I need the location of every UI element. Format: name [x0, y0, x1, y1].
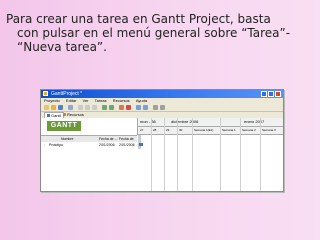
week-label: mon - 36: [140, 119, 156, 124]
save-icon[interactable]: [58, 105, 63, 110]
today-marker: [138, 135, 141, 149]
close-icon[interactable]: [275, 91, 281, 97]
open-folder-icon[interactable]: [51, 105, 56, 110]
gantt-tab-icon: [47, 114, 50, 118]
timeline-header-months: mon - 36 diciembre 2006 enero 2007: [138, 118, 283, 127]
zoom-in-icon[interactable]: [153, 105, 158, 110]
day-label: 30: [179, 128, 183, 132]
menu-ayuda[interactable]: Ayuda: [136, 98, 147, 103]
copy-icon[interactable]: [85, 105, 90, 110]
day-label: 28: [153, 128, 157, 132]
new-project-icon[interactable]: [44, 105, 49, 110]
table-row[interactable]: ◦ Prototipo 2/01/2006 2/01/2006: [41, 142, 137, 148]
toolbar: [41, 104, 283, 112]
task-name[interactable]: Prototipo: [49, 142, 63, 148]
window-titlebar: GanttProject *: [41, 90, 283, 98]
undo-icon[interactable]: [102, 105, 107, 110]
grid-line: [260, 118, 261, 191]
day-label: 29: [166, 128, 170, 132]
grid-line: [220, 118, 221, 191]
ganttproject-logo: GANTT: [47, 121, 81, 131]
month-december: diciembre 2006: [171, 119, 199, 124]
cut-icon[interactable]: [78, 105, 83, 110]
menu-tareas[interactable]: Tareas: [95, 98, 107, 103]
grid-line: [240, 118, 241, 191]
week-label: Semana 1(E1): [194, 128, 214, 132]
week-label: Semana 2: [242, 128, 256, 132]
redo-icon[interactable]: [109, 105, 114, 110]
slide-caption: Para crear una tarea en Gantt Project, b…: [6, 12, 314, 54]
task-end: 2/01/2006: [119, 143, 135, 147]
caption-line-2: con pulsar en el menú general sobre “Tar…: [17, 26, 291, 40]
new-task-icon[interactable]: [119, 105, 124, 110]
caption-line-1: Para crear una tarea en Gantt Project, b…: [6, 12, 271, 26]
paste-icon[interactable]: [92, 105, 97, 110]
grid-line: [164, 118, 165, 191]
print-icon[interactable]: [68, 105, 73, 110]
week-label: Semana 1: [222, 128, 236, 132]
month-january: enero 2007: [244, 119, 265, 124]
window-title: GanttProject *: [51, 91, 83, 97]
caption-line-3: “Nueva tarea”.: [17, 40, 107, 54]
outdent-icon[interactable]: [143, 105, 148, 110]
maximize-icon[interactable]: [268, 91, 274, 97]
menu-recursos[interactable]: Recursos: [113, 98, 130, 103]
grid-line: [177, 118, 178, 191]
menu-proyecto[interactable]: Proyecto: [44, 98, 60, 103]
menu-editar[interactable]: Editar: [66, 98, 76, 103]
indent-icon[interactable]: [136, 105, 141, 110]
grid-line: [151, 118, 152, 191]
ganttproject-screenshot: GanttProject * Proyecto Editar Ver Tarea…: [40, 89, 284, 192]
logo-area: GANTT: [41, 118, 138, 135]
day-label: 27: [140, 128, 144, 132]
task-start: 2/01/2006: [99, 143, 115, 147]
gantt-chart-area[interactable]: [138, 135, 283, 191]
menu-ver[interactable]: Ver: [83, 98, 89, 103]
app-icon: [43, 91, 48, 96]
zoom-out-icon[interactable]: [160, 105, 165, 110]
week-label: Semana 3: [262, 128, 276, 132]
task-bar[interactable]: [139, 143, 143, 146]
grid-line: [192, 118, 193, 191]
task-expand-icon[interactable]: ◦: [44, 142, 45, 148]
resources-tab-icon: [63, 113, 66, 117]
delete-task-icon[interactable]: [126, 105, 131, 110]
minimize-icon[interactable]: [261, 91, 267, 97]
tab-resources-label: Recursos: [67, 112, 84, 117]
timeline-header-days: 27 28 29 30 Semana 1(E1) Semana 1 Semana…: [138, 127, 283, 135]
